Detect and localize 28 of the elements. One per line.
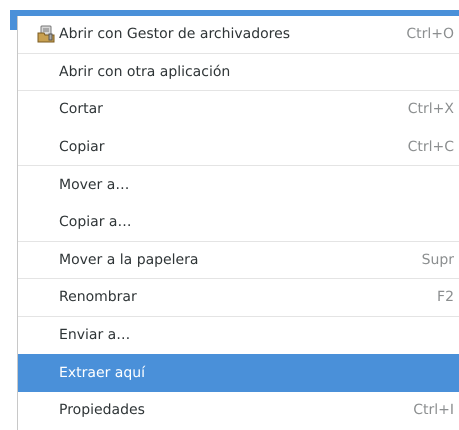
menu-item-label: Extraer aquí xyxy=(59,364,146,381)
shortcut-label: Ctrl+I xyxy=(413,402,454,418)
menu-item[interactable]: Cortar Ctrl+X xyxy=(18,91,459,129)
menu-item[interactable]: Abrir con Gestor de archivadores Ctrl+O xyxy=(18,16,459,54)
menu-item[interactable]: Mover a la papelera Supr xyxy=(18,242,459,280)
shortcut-label: Ctrl+C xyxy=(408,139,454,156)
shortcut-label: Supr xyxy=(422,252,454,268)
menu-item[interactable]: Mover a… xyxy=(18,166,459,204)
menu-item[interactable]: Enviar a… xyxy=(18,316,459,354)
shortcut-label: F2 xyxy=(437,289,454,306)
menu-item-label: Enviar a… xyxy=(59,327,132,344)
menu-item[interactable]: Copiar a… xyxy=(18,204,459,242)
menu-item[interactable]: Renombrar F2 xyxy=(18,279,459,317)
menu-item[interactable]: Propiedades Ctrl+I xyxy=(18,392,459,430)
menu-item-label: Mover a… xyxy=(59,176,130,193)
menu-item-label: Copiar xyxy=(59,139,106,156)
menu-item-label: Renombrar xyxy=(59,289,138,306)
shortcut-label: Ctrl+O xyxy=(406,26,454,42)
menu-item-label: Propiedades xyxy=(59,402,146,418)
menu-item[interactable]: Abrir con otra aplicación xyxy=(18,54,459,92)
shortcut-label: Ctrl+X xyxy=(408,101,454,118)
menu-item-label: Mover a la papelera xyxy=(59,252,200,268)
menu-item-label: Copiar a… xyxy=(59,214,132,230)
archive-folder-icon xyxy=(37,25,55,44)
menu-item-label: Cortar xyxy=(59,101,104,118)
menu-item-label: Abrir con otra aplicación xyxy=(59,64,232,80)
menu-item-label: Abrir con Gestor de archivadores xyxy=(59,26,292,42)
menu-item[interactable]: Copiar Ctrl+C xyxy=(18,128,459,166)
